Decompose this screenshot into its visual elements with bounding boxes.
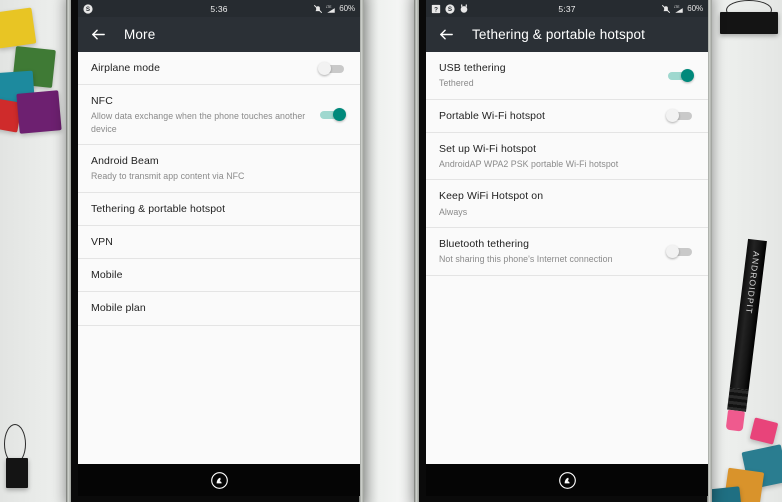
status-bar-right-icons-right: LTE 60%: [661, 4, 703, 14]
list-item-subtitle: Ready to transmit app content via NFC: [91, 171, 245, 182]
mute-bell-icon: [661, 4, 671, 14]
app-bar-left: More: [78, 17, 360, 52]
list-item[interactable]: USB tethering Tethered: [426, 52, 708, 100]
list-item[interactable]: Keep WiFi Hotspot on Always: [426, 180, 708, 229]
wooden-block-purple: [16, 90, 62, 134]
binder-clip-bottom-left: [2, 424, 36, 488]
list-item[interactable]: Bluetooth tethering Not sharing this pho…: [426, 228, 708, 276]
svg-text:LTE: LTE: [326, 4, 332, 8]
phone-left-bezel-left: [66, 0, 71, 502]
list-item-title: Android Beam: [91, 155, 159, 168]
lte-signal-icon: LTE: [326, 4, 336, 14]
list-item[interactable]: VPN: [78, 226, 360, 260]
status-bar-left-icons-right: ? S: [431, 3, 469, 14]
list-item-subtitle: AndroidAP WPA2 PSK portable Wi-Fi hotspo…: [439, 159, 619, 169]
back-arrow-icon[interactable]: [90, 26, 107, 43]
portable-wifi-hotspot-toggle[interactable]: [666, 109, 694, 123]
list-item[interactable]: Airplane mode: [78, 52, 360, 86]
phone-right: ? S 5:37 LTE 60% Tethering & portable ho…: [414, 0, 712, 502]
svg-text:LTE: LTE: [674, 4, 680, 8]
list-item-title: NFC: [91, 95, 113, 108]
settings-list-left[interactable]: Airplane mode NFC Allow data exchange wh…: [78, 52, 360, 464]
home-button-icon[interactable]: [558, 471, 576, 489]
list-item-title: Mobile: [91, 269, 123, 282]
list-item[interactable]: Android Beam Ready to transmit app conte…: [78, 145, 360, 193]
hotspot-icon: [459, 3, 469, 14]
svg-text:?: ?: [434, 6, 438, 13]
phone-right-bezel-left: [414, 0, 419, 502]
list-item-subtitle: Always: [439, 206, 468, 217]
list-item[interactable]: Tethering & portable hotspot: [78, 192, 360, 227]
usb-tethering-toggle[interactable]: [666, 68, 694, 82]
usb-icon: ?: [431, 4, 441, 14]
list-item-subtitle: Tethered: [439, 78, 474, 89]
svg-text:S: S: [86, 6, 90, 13]
battery-percent-right: 60%: [687, 4, 703, 13]
list-item[interactable]: Mobile plan: [78, 292, 360, 326]
nav-bar-right: [426, 464, 708, 496]
svg-text:S: S: [448, 6, 452, 13]
list-item-title: Airplane mode: [91, 62, 161, 74]
page-title-left: More: [124, 27, 156, 42]
wooden-block-yellow: [0, 7, 37, 49]
phone-left-screen: S 5:36 LTE 60% More Airplane mode NFC Al…: [78, 0, 360, 496]
binder-clip-top-right: [720, 0, 778, 34]
list-item-title: VPN: [91, 236, 113, 249]
nfc-toggle[interactable]: [318, 108, 346, 122]
list-item-title: Set up Wi-Fi hotspot: [439, 142, 537, 155]
status-bar-right-icons-left: LTE 60%: [313, 4, 355, 14]
lte-signal-icon: LTE: [674, 4, 684, 14]
home-button-icon[interactable]: [210, 471, 228, 489]
page-title-right: Tethering & portable hotspot: [472, 27, 646, 42]
list-item-subtitle: Allow data exchange when the phone touch…: [91, 111, 306, 134]
list-item[interactable]: Mobile: [78, 259, 360, 293]
list-item[interactable]: Set up Wi-Fi hotspot AndroidAP WPA2 PSK …: [426, 132, 708, 181]
pencil-ferrule: [727, 387, 749, 412]
skype-icon: S: [83, 3, 93, 14]
pencil-brand-text: ANDROIDPIT: [743, 250, 762, 315]
phone-right-screen: ? S 5:37 LTE 60% Tethering & portable ho…: [426, 0, 708, 496]
mute-bell-icon: [313, 4, 323, 14]
back-arrow-icon[interactable]: [438, 26, 455, 43]
list-empty-area-left: [78, 325, 360, 464]
status-bar-right: ? S 5:37 LTE 60%: [426, 0, 708, 17]
status-bar-left-icons: S: [83, 3, 93, 14]
list-item-title: Keep WiFi Hotspot on: [439, 190, 544, 203]
pencil-eraser: [725, 409, 745, 432]
list-empty-area-right: [426, 275, 708, 464]
list-item-title: Tethering & portable hotspot: [91, 202, 226, 215]
battery-percent-left: 60%: [339, 4, 355, 13]
list-item[interactable]: NFC Allow data exchange when the phone t…: [78, 85, 360, 146]
settings-list-right[interactable]: USB tethering Tethered Portable Wi-Fi ho…: [426, 52, 708, 464]
list-item-title: Portable Wi-Fi hotspot: [439, 109, 546, 122]
list-item-title: USB tethering: [439, 62, 506, 74]
list-item[interactable]: Portable Wi-Fi hotspot: [426, 99, 708, 133]
bluetooth-tethering-toggle[interactable]: [666, 244, 694, 258]
nav-bar-left: [78, 464, 360, 496]
skype-icon: S: [445, 3, 455, 14]
list-item-title: Mobile plan: [91, 302, 146, 315]
list-item-title: Bluetooth tethering: [439, 238, 530, 251]
airplane-mode-toggle[interactable]: [318, 61, 346, 75]
phone-left: S 5:36 LTE 60% More Airplane mode NFC Al…: [66, 0, 364, 502]
app-bar-right: Tethering & portable hotspot: [426, 17, 708, 52]
list-item-subtitle: Not sharing this phone's Internet connec…: [439, 254, 613, 265]
status-bar-left: S 5:36 LTE 60%: [78, 0, 360, 17]
